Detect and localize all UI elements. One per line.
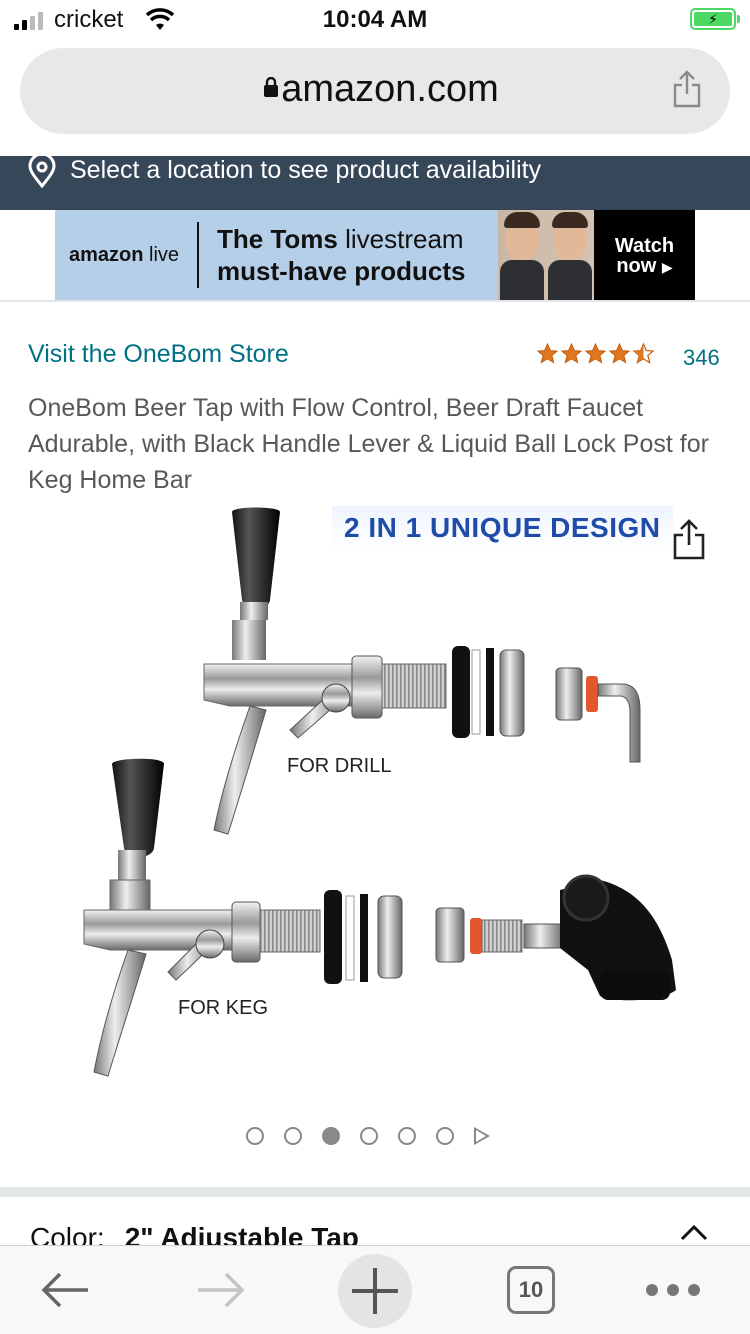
tap-keg	[83, 758, 676, 1077]
location-bar[interactable]: Select a location to see product availab…	[0, 156, 750, 210]
page-dot[interactable]	[360, 1127, 378, 1145]
product-image[interactable]: 2 IN 1 UNIQUE DESIGN FOR DRILL FOR KEG	[0, 500, 750, 1110]
back-arrow-icon[interactable]	[40, 1270, 90, 1310]
url-text[interactable]: amazon.com	[20, 68, 730, 111]
location-pin-icon	[28, 156, 56, 188]
page-dot[interactable]	[398, 1127, 416, 1145]
share-icon[interactable]	[672, 70, 702, 108]
divider	[0, 300, 750, 302]
product-title: OneBom Beer Tap with Flow Control, Beer …	[28, 394, 709, 494]
star-full-icon	[608, 342, 631, 364]
review-count-link[interactable]: 346	[683, 345, 720, 371]
page-dot[interactable]	[284, 1127, 302, 1145]
clock: 10:04 AM	[322, 6, 428, 33]
color-label: Color:	[30, 1222, 105, 1246]
address-bar[interactable]: amazon.com	[20, 48, 730, 134]
star-full-icon	[584, 342, 607, 364]
tab-switcher-button[interactable]: 10	[507, 1266, 555, 1314]
star-half-icon	[632, 342, 655, 364]
page-dot-active[interactable]	[322, 1127, 340, 1145]
amazon-live-logo: amazon live	[69, 244, 180, 266]
watch-now-button[interactable]: Watch now ▶	[594, 210, 695, 300]
color-value: 2" Adjustable Tap	[124, 1222, 359, 1246]
color-selector[interactable]: Color: 2" Adjustable Tap	[30, 1222, 359, 1246]
banner-divider	[197, 222, 199, 288]
star-rating[interactable]	[536, 342, 655, 365]
play-arrow-icon: ▶	[661, 259, 673, 275]
tap-drill	[203, 507, 641, 835]
charging-battery-icon: ⚡	[690, 8, 740, 30]
lock-icon	[264, 77, 278, 97]
forward-arrow-icon[interactable]	[196, 1270, 246, 1310]
location-prompt[interactable]: Select a location to see product availab…	[70, 156, 541, 185]
amazon-live-banner[interactable]: amazon live The Toms livestream must-hav…	[55, 210, 695, 300]
more-options-icon[interactable]	[646, 1284, 700, 1296]
star-full-icon	[536, 342, 559, 364]
beer-tap-illustration: FOR DRILL FOR KEG	[83, 507, 676, 1077]
store-link[interactable]: Visit the OneBom Store	[28, 340, 289, 369]
play-next-icon[interactable]	[474, 1127, 490, 1145]
section-divider	[0, 1187, 750, 1197]
page-dot[interactable]	[246, 1127, 264, 1145]
page-dot[interactable]	[436, 1127, 454, 1145]
hosts-photo	[498, 210, 594, 300]
star-full-icon	[560, 342, 583, 364]
label-for-keg: FOR KEG	[178, 997, 268, 1019]
banner-headline: The Toms livestream	[217, 224, 464, 254]
status-bar: cricket 10:04 AM ⚡	[0, 0, 750, 42]
chevron-up-icon[interactable]	[680, 1224, 708, 1242]
new-tab-button[interactable]	[338, 1254, 412, 1328]
plus-icon	[352, 1268, 398, 1314]
label-for-drill: FOR DRILL	[287, 755, 391, 777]
banner-subheadline: must-have products	[217, 256, 466, 286]
browser-toolbar: 10	[0, 1245, 750, 1334]
image-pagination[interactable]	[246, 1127, 490, 1145]
